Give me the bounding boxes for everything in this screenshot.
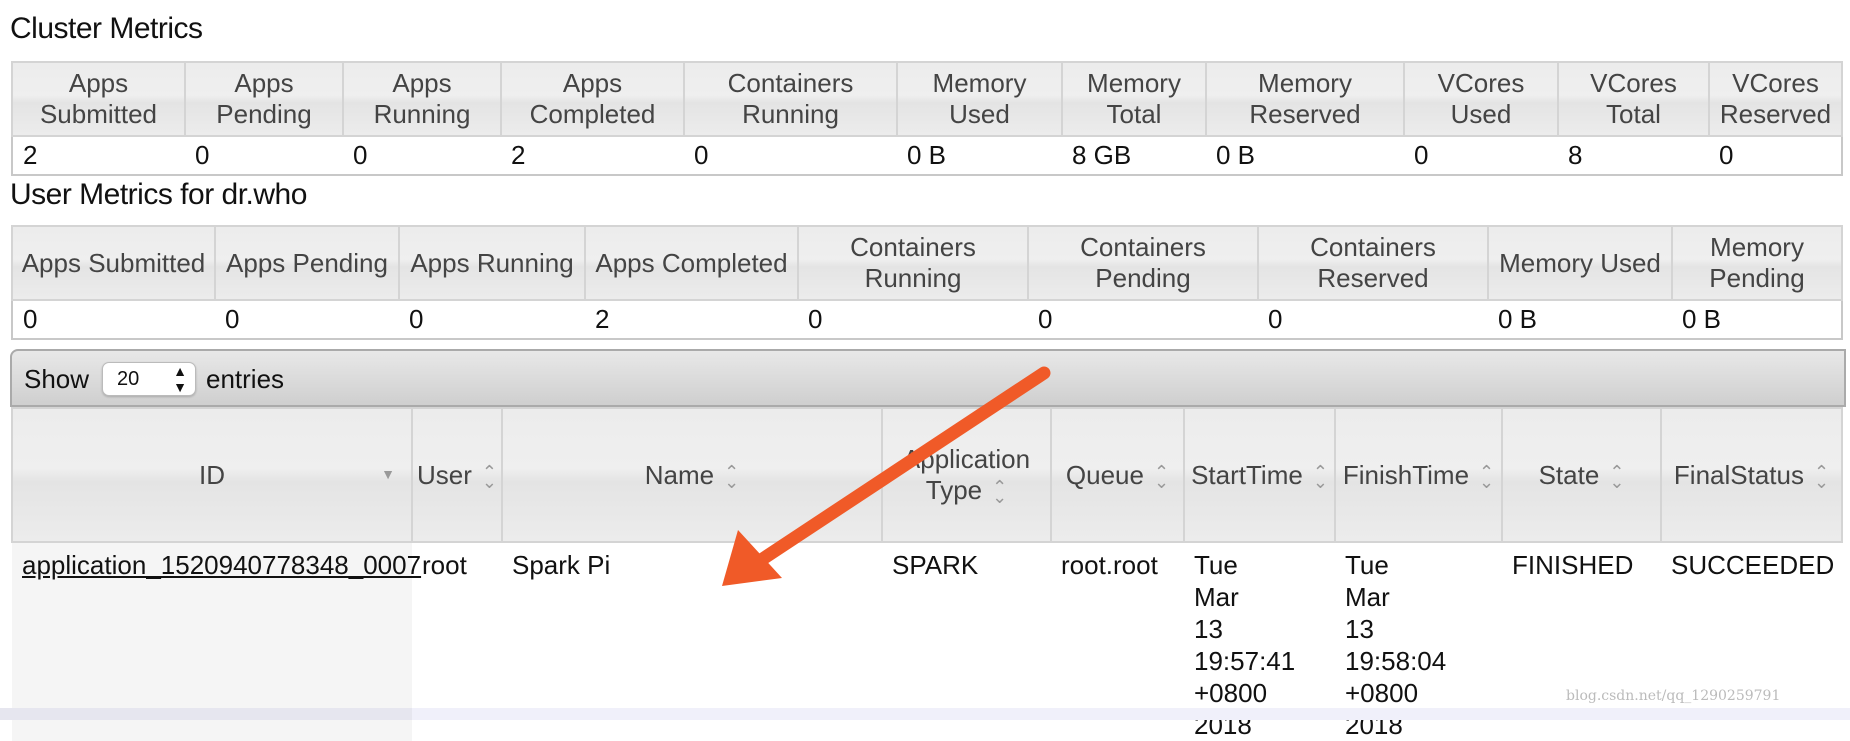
application-link[interactable]: application_1520940778348_0007 — [22, 550, 421, 580]
sort-icon[interactable]: ⌃ ⌄ — [1814, 463, 1829, 491]
header-containers-pending: Containers Pending — [1027, 225, 1259, 301]
column-label: Name — [644, 459, 715, 490]
value-memory-pending: 0 B — [1672, 299, 1842, 339]
cluster-metrics-table: Apps Submitted Apps Pending Apps Running Ap… — [11, 61, 1843, 176]
column-header-starttime[interactable]: StartTime ⌃ ⌄ — [1183, 407, 1336, 543]
header-apps-pending: Apps Pending — [214, 225, 400, 301]
value-containers-reserved: 0 — [1258, 299, 1488, 339]
cluster-metrics-title: Cluster Metrics — [10, 12, 203, 45]
value-apps-submitted: 0 — [12, 299, 215, 339]
header-memory-pending: Memory Pending — [1671, 225, 1843, 301]
header-containers-reserved: Containers Reserved — [1257, 225, 1489, 301]
sort-icon[interactable]: ⌃ ⌄ — [1609, 463, 1624, 491]
header-memory-reserved: Memory Reserved — [1205, 61, 1405, 137]
value-memory-reserved: 0 B — [1206, 135, 1404, 175]
sort-icon[interactable]: ⌃ ⌄ — [1479, 463, 1494, 491]
value-vcores-reserved: 0 — [1709, 135, 1842, 175]
header-memory-used: Memory Used — [1487, 225, 1673, 301]
header-apps-pending: Apps Pending — [184, 61, 344, 137]
column-label: FinishTime — [1342, 459, 1470, 490]
next-row-strip — [0, 708, 1850, 720]
value-vcores-used: 0 — [1404, 135, 1558, 175]
header-memory-total: Memory Total — [1061, 61, 1207, 137]
value-memory-total: 8 GB — [1062, 135, 1206, 175]
column-header-finishtime[interactable]: FinishTime ⌃ ⌄ — [1334, 407, 1503, 543]
column-header-id[interactable]: ID ▼ — [11, 407, 413, 543]
sort-icon[interactable]: ⌃ ⌄ — [724, 463, 739, 491]
header-vcores-total: VCores Total — [1557, 61, 1710, 137]
column-label: Queue — [1065, 459, 1144, 490]
column-label: FinalStatus — [1673, 459, 1804, 490]
value-apps-running: 0 — [343, 135, 501, 175]
sort-desc-icon[interactable]: ▼ — [381, 467, 395, 481]
header-vcores-reserved: VCores Reserved — [1708, 61, 1843, 137]
value-containers-running: 0 — [798, 299, 1028, 339]
value-apps-completed: 2 — [501, 135, 684, 175]
header-memory-used: Memory Used — [896, 61, 1063, 137]
value-vcores-total: 8 — [1558, 135, 1709, 175]
header-apps-completed: Apps Completed — [500, 61, 685, 137]
column-header-state[interactable]: State ⌃ ⌄ — [1501, 407, 1662, 543]
page-size-value: 20 — [117, 368, 140, 390]
column-label: ID — [199, 459, 225, 490]
user-metrics-title: User Metrics for dr.who — [10, 178, 307, 211]
column-label: Application Type — [902, 444, 1031, 505]
show-label: Show — [24, 364, 90, 394]
sort-icon[interactable]: ⌃ ⌄ — [992, 478, 1007, 506]
column-label: StartTime — [1191, 459, 1303, 490]
header-containers-running: Containers Running — [683, 61, 898, 137]
column-label: User — [417, 459, 472, 490]
header-apps-running: Apps Running — [398, 225, 586, 301]
value-containers-running: 0 — [684, 135, 897, 175]
value-apps-running: 0 — [399, 299, 585, 339]
value-apps-completed: 2 — [585, 299, 798, 339]
header-apps-running: Apps Running — [342, 61, 502, 137]
page-size-select[interactable]: 20 ▲ ▼ — [102, 362, 196, 396]
table-length-bar: Show 20 ▲ ▼ entries — [10, 349, 1846, 407]
value-containers-pending: 0 — [1028, 299, 1258, 339]
value-memory-used: 0 B — [897, 135, 1062, 175]
header-apps-completed: Apps Completed — [584, 225, 799, 301]
sort-icon[interactable]: ⌃ ⌄ — [1154, 463, 1169, 491]
column-header-finalstatus[interactable]: FinalStatus ⌃ ⌄ — [1660, 407, 1843, 543]
watermark: blog.csdn.net/qq_1290259791 — [1566, 688, 1781, 704]
value-apps-pending: 0 — [215, 299, 399, 339]
column-header-queue[interactable]: Queue ⌃ ⌄ — [1050, 407, 1185, 543]
value-apps-pending: 0 — [185, 135, 343, 175]
sort-icon[interactable]: ⌃ ⌄ — [1313, 463, 1328, 491]
user-metrics-table: Apps Submitted Apps Pending Apps Running Ap… — [11, 225, 1843, 340]
column-header-application-type[interactable]: Application Type ⌃ ⌄ — [881, 407, 1052, 543]
select-arrows-icon: ▲ ▼ — [173, 363, 187, 395]
header-vcores-used: VCores Used — [1403, 61, 1559, 137]
column-header-user[interactable]: User ⌃ ⌄ — [411, 407, 503, 543]
header-apps-submitted: Apps Submitted — [11, 61, 186, 137]
column-header-name[interactable]: Name ⌃ ⌄ — [501, 407, 883, 543]
value-memory-used: 0 B — [1488, 299, 1672, 339]
sort-icon[interactable]: ⌃ ⌄ — [482, 463, 497, 491]
column-label: State — [1538, 459, 1600, 490]
entries-label: entries — [206, 364, 285, 394]
header-apps-submitted: Apps Submitted — [11, 225, 216, 301]
value-apps-submitted: 2 — [12, 135, 185, 175]
header-containers-running: Containers Running — [797, 225, 1029, 301]
